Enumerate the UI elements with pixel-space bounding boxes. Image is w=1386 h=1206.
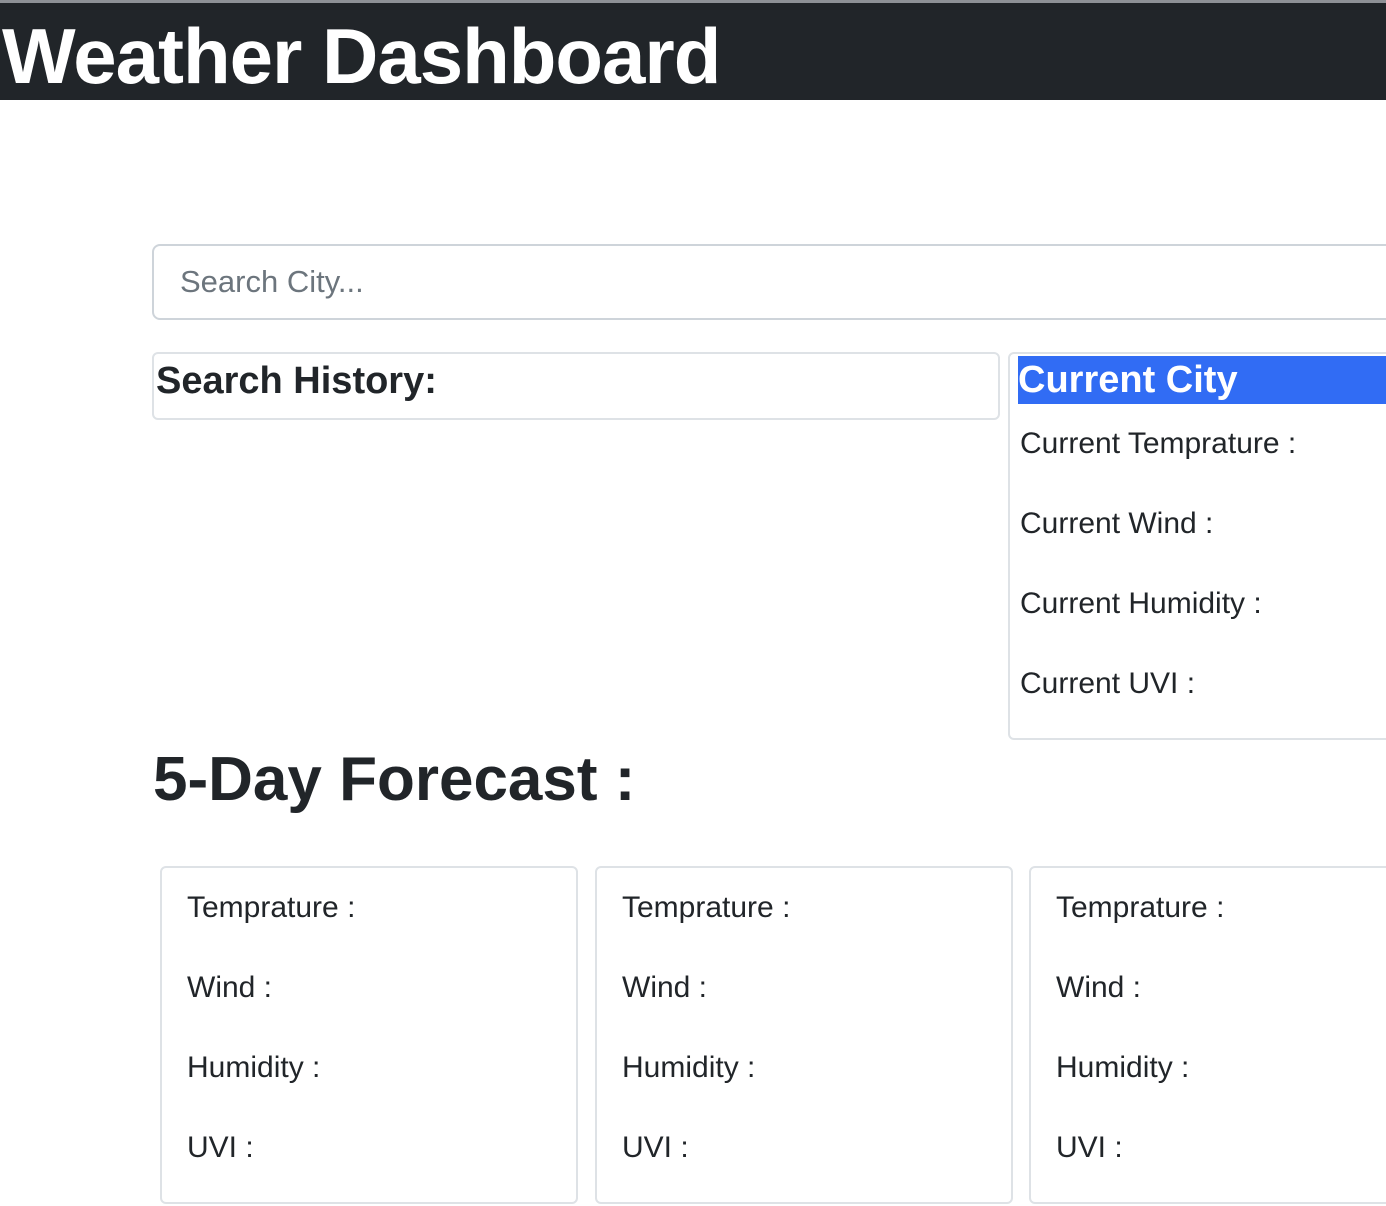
forecast-uvi: UVI : <box>1056 1131 1123 1164</box>
forecast-temperature: Temprature : <box>187 891 356 924</box>
current-city-name: Current City <box>1018 356 1386 404</box>
current-weather-card: Current City Current Temprature : Curren… <box>1008 352 1386 740</box>
search-history-panel: Search History: <box>152 352 1000 420</box>
search-history-title: Search History: <box>156 360 437 402</box>
forecast-temperature: Temprature : <box>622 891 791 924</box>
forecast-humidity: Humidity : <box>187 1051 321 1084</box>
top-navbar: Weather Dashboard <box>0 0 1386 100</box>
forecast-humidity: Humidity : <box>622 1051 756 1084</box>
forecast-humidity: Humidity : <box>1056 1051 1190 1084</box>
current-wind: Current Wind : <box>1020 507 1214 540</box>
forecast-wind: Wind : <box>187 971 273 1004</box>
current-uvi: Current UVI : <box>1020 667 1196 700</box>
forecast-card: Temprature : Wind : Humidity : UVI : <box>595 866 1013 1204</box>
forecast-uvi: UVI : <box>187 1131 254 1164</box>
forecast-temperature: Temprature : <box>1056 891 1225 924</box>
forecast-card: Temprature : Wind : Humidity : UVI : <box>160 866 578 1204</box>
forecast-card: Temprature : Wind : Humidity : UVI : <box>1029 866 1386 1204</box>
forecast-wind: Wind : <box>622 971 708 1004</box>
current-temperature: Current Temprature : <box>1020 427 1297 460</box>
app-title: Weather Dashboard <box>2 12 721 100</box>
forecast-uvi: UVI : <box>622 1131 689 1164</box>
forecast-wind: Wind : <box>1056 971 1142 1004</box>
current-humidity: Current Humidity : <box>1020 587 1262 620</box>
forecast-heading: 5-Day Forecast : <box>153 745 636 814</box>
search-city-input[interactable] <box>152 244 1386 320</box>
